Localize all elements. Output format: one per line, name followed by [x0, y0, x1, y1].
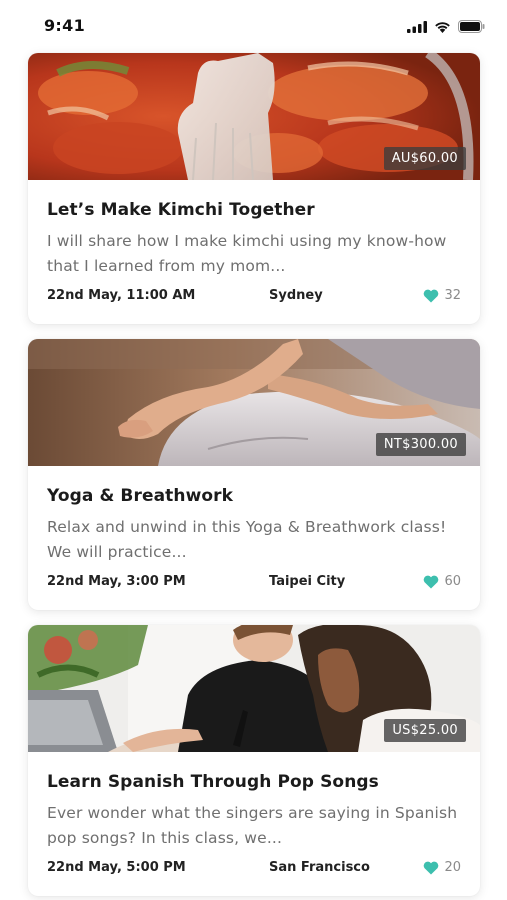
wifi-icon [434, 18, 451, 37]
card-meta: 22nd May, 5:00 PM San Francisco 20 [47, 860, 461, 878]
card-meta: 22nd May, 11:00 AM Sydney 32 [47, 288, 461, 306]
like-button[interactable]: 32 [423, 288, 461, 303]
like-button[interactable]: 20 [423, 860, 461, 875]
card-description: I will share how I make kimchi using my … [47, 232, 447, 275]
battery-icon [458, 18, 485, 37]
like-count: 60 [444, 574, 461, 589]
price-tag: AU$60.00 [383, 147, 466, 170]
card-body: Learn Spanish Through Pop Songs Ever won… [28, 752, 480, 896]
heart-icon [424, 289, 439, 302]
card-image-kimchi[interactable]: AU$60.00 [28, 53, 480, 180]
card-image-yoga[interactable]: NT$300.00 [28, 339, 480, 466]
heart-icon [424, 861, 439, 874]
experience-card[interactable]: NT$300.00 Yoga & Breathwork Relax and un… [28, 339, 480, 610]
card-date: 22nd May, 11:00 AM [47, 288, 196, 303]
heart-icon [424, 575, 439, 588]
card-date: 22nd May, 5:00 PM [47, 860, 186, 875]
experience-card[interactable]: AU$60.00 Let’s Make Kimchi Together I wi… [28, 53, 480, 324]
card-meta: 22nd May, 3:00 PM Taipei City 60 [47, 574, 461, 592]
card-image-spanish[interactable]: US$25.00 [28, 625, 480, 752]
card-city: Sydney [269, 288, 323, 303]
price-tag: NT$300.00 [375, 433, 466, 456]
card-body: Yoga & Breathwork Relax and unwind in th… [28, 466, 480, 610]
card-title[interactable]: Let’s Make Kimchi Together [47, 200, 461, 220]
card-body: Let’s Make Kimchi Together I will share … [28, 180, 480, 324]
like-count: 32 [444, 288, 461, 303]
price-tag: US$25.00 [384, 719, 466, 742]
status-bar: 9:41 [0, 0, 507, 50]
card-description: Ever wonder what the singers are saying … [47, 804, 458, 847]
status-time: 9:41 [44, 16, 85, 35]
card-title[interactable]: Yoga & Breathwork [47, 486, 461, 506]
status-icons [407, 18, 485, 37]
like-button[interactable]: 60 [423, 574, 461, 589]
card-date: 22nd May, 3:00 PM [47, 574, 186, 589]
card-city: Taipei City [269, 574, 346, 589]
card-city: San Francisco [269, 860, 370, 875]
card-description: Relax and unwind in this Yoga & Breathwo… [47, 518, 447, 561]
like-count: 20 [444, 860, 461, 875]
experience-card[interactable]: US$25.00 Learn Spanish Through Pop Songs… [28, 625, 480, 896]
card-title[interactable]: Learn Spanish Through Pop Songs [47, 772, 461, 792]
cellular-signal-icon [407, 18, 427, 37]
